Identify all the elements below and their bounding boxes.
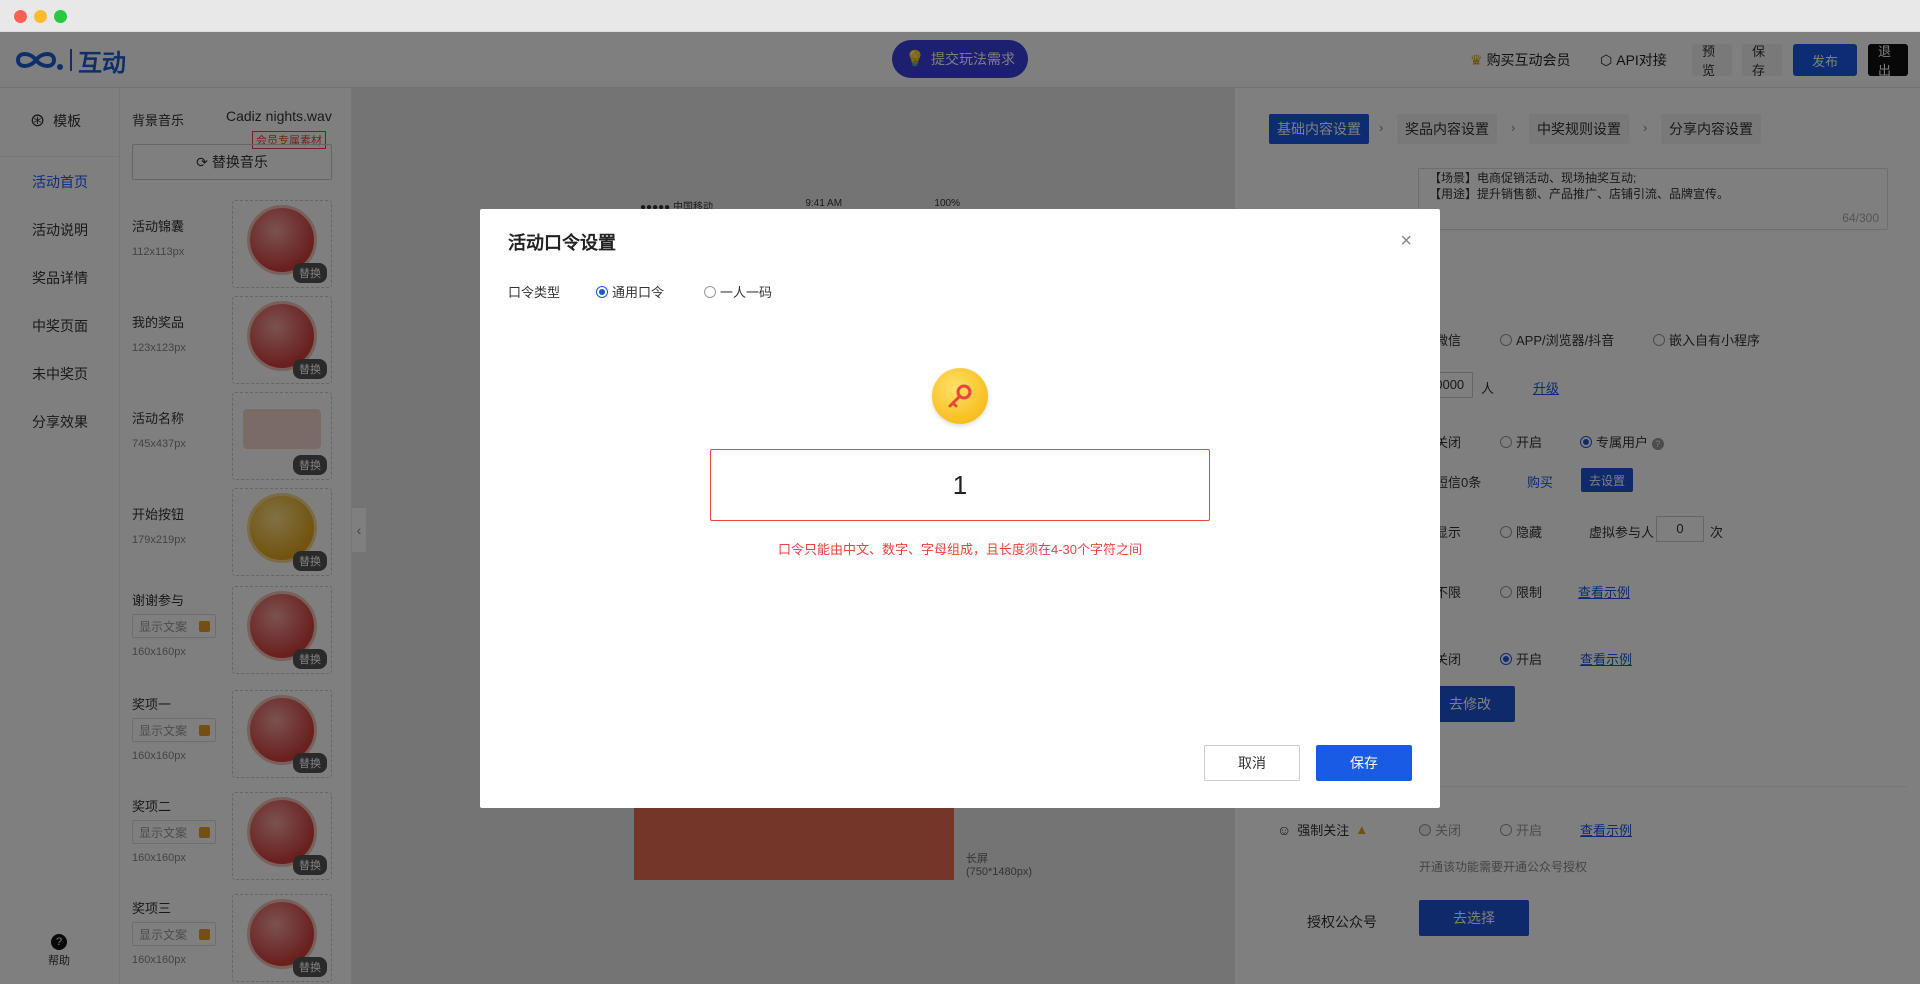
window-titlebar bbox=[0, 0, 1920, 32]
password-settings-dialog: 活动口令设置 × 口令类型 通用口令 一人一码 1 口令只能由中文、数字、字母组… bbox=[480, 209, 1440, 808]
password-error: 口令只能由中文、数字、字母组成，且长度须在4-30个字符之间 bbox=[777, 542, 1143, 557]
cancel-button[interactable]: 取消 bbox=[1204, 745, 1300, 781]
save-button[interactable]: 保存 bbox=[1316, 745, 1412, 781]
password-input[interactable]: 1 bbox=[710, 449, 1210, 521]
key-icon bbox=[932, 368, 988, 424]
dialog-title: 活动口令设置 bbox=[508, 233, 616, 253]
general-password-radio[interactable]: 通用口令 bbox=[596, 282, 664, 301]
password-type-label: 口令类型 bbox=[508, 285, 561, 300]
maximize-window-icon[interactable] bbox=[54, 10, 67, 23]
unique-code-radio[interactable]: 一人一码 bbox=[704, 282, 772, 301]
close-icon[interactable]: × bbox=[1400, 231, 1412, 251]
close-window-icon[interactable] bbox=[14, 10, 27, 23]
minimize-window-icon[interactable] bbox=[34, 10, 47, 23]
